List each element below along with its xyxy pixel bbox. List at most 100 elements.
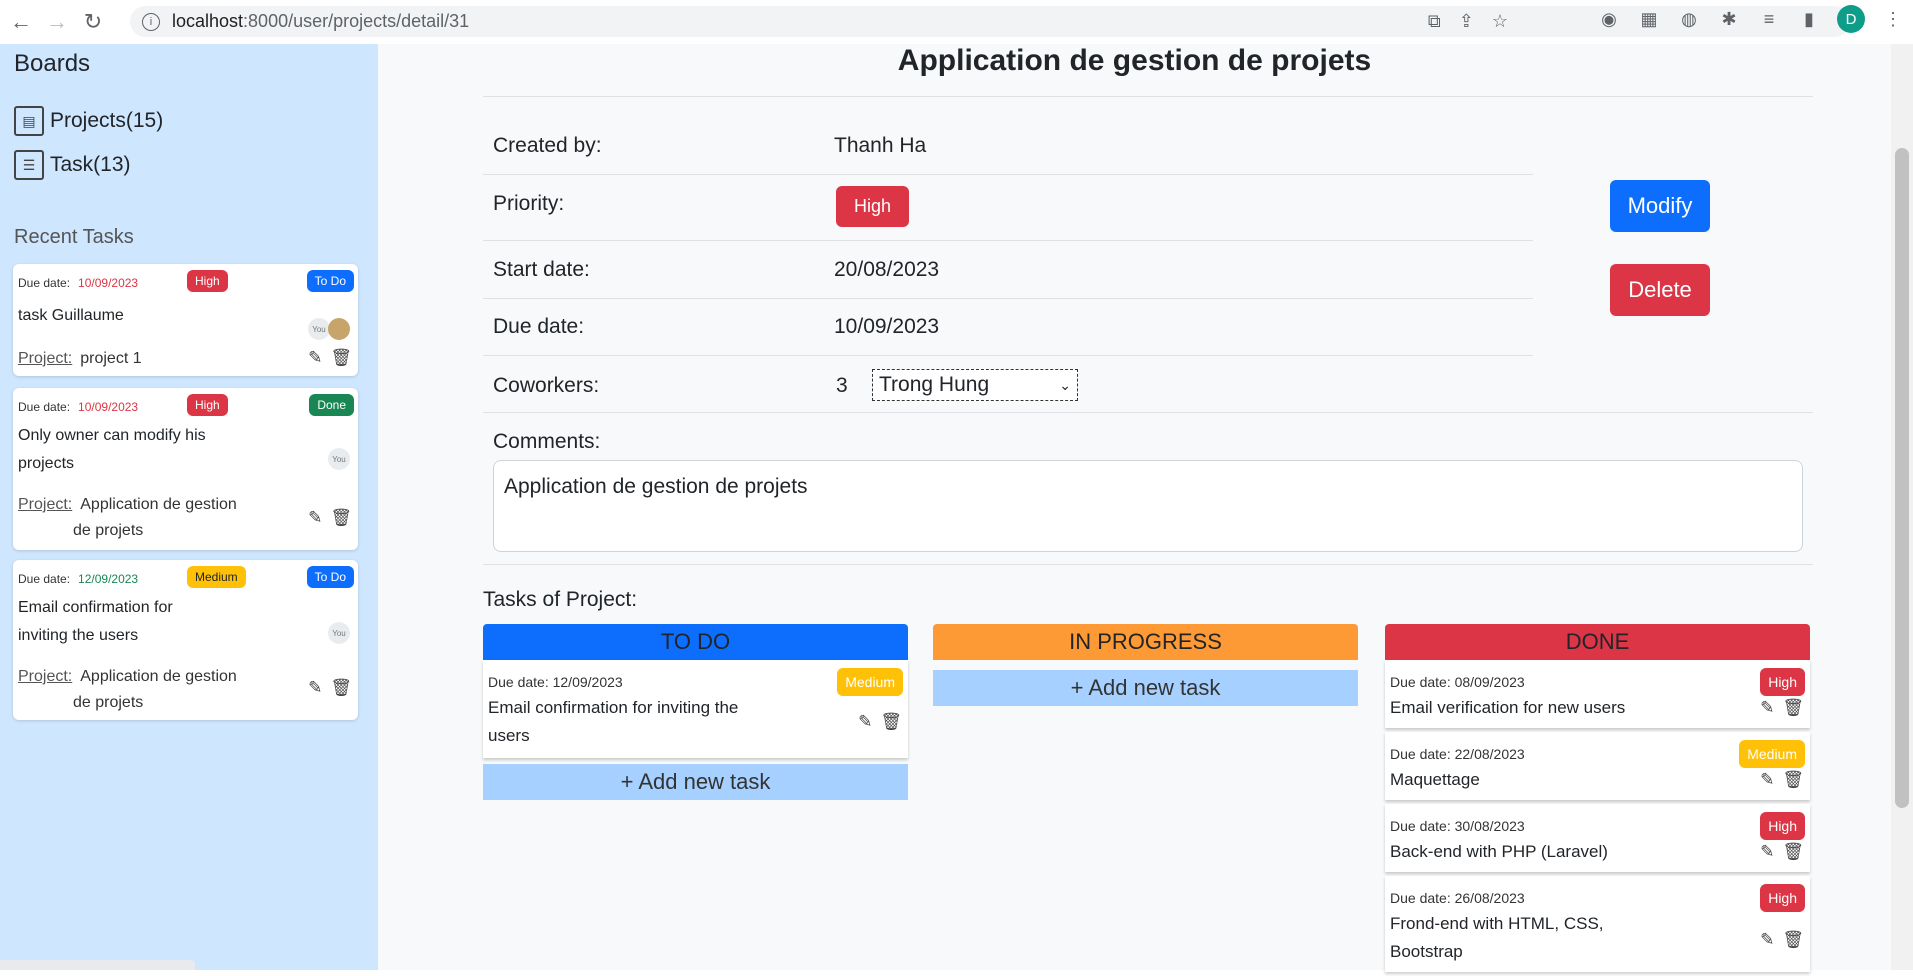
task-card[interactable]: Due date: 08/09/2023 High Email verifica… <box>1385 660 1810 728</box>
recent-task-card[interactable]: Due date: 10/09/2023 High To Do task Guil… <box>13 264 358 376</box>
forward-icon[interactable]: → <box>42 7 72 37</box>
extension-icon[interactable]: ◍ <box>1677 7 1701 31</box>
info-icon[interactable]: i <box>142 12 160 31</box>
task-card[interactable]: Due date: 30/08/2023 High Back-end with … <box>1385 804 1810 872</box>
task-project: Project: Application de gestion de projets <box>18 496 237 539</box>
browser-toolbar: ← → ↻ i localhost:8000/user/projects/det… <box>0 0 1913 45</box>
priority-badge: High <box>1760 884 1805 912</box>
add-task-button[interactable]: + Add new task <box>483 764 908 800</box>
menu-dots-icon[interactable]: ⋮ <box>1881 7 1905 31</box>
task-title[interactable]: Email confirmation for inviting the users <box>488 694 738 750</box>
divider <box>483 240 1533 241</box>
translate-icon[interactable]: ⧉ <box>1428 11 1441 32</box>
priority-badge: Medium <box>837 668 903 696</box>
url-path: :8000/user/projects/detail/31 <box>243 11 470 31</box>
task-card[interactable]: Due date: 26/08/2023 High Frond-end with… <box>1385 876 1810 972</box>
reading-list-icon[interactable]: ≡ <box>1757 7 1781 31</box>
project-detail: Application de gestion de projets Create… <box>378 44 1891 972</box>
avatar: You <box>328 448 350 470</box>
task-card[interactable]: Due date: 12/09/2023 Medium Email confir… <box>483 660 908 758</box>
due-date-value: 10/09/2023 <box>834 315 940 338</box>
divider <box>483 564 1813 565</box>
due-date: Due date: 26/08/2023 <box>1390 890 1525 906</box>
task-title[interactable]: Email verification for new users <box>1390 694 1625 722</box>
priority-badge: Medium <box>1739 740 1805 768</box>
sidebar: Boards ▤ Projects(15) ☰ Task(13) Recent … <box>0 44 378 970</box>
created-by-value: Thanh Ha <box>834 134 927 157</box>
trash-icon[interactable]: 🗑 <box>1782 698 1804 718</box>
sidebar-item-label: Task(13) <box>50 153 131 176</box>
priority-badge: High <box>187 270 228 292</box>
edit-icon[interactable]: ✎ <box>308 508 322 528</box>
due-date: Due date: 08/09/2023 <box>1390 674 1525 690</box>
task-title[interactable]: Back-end with PHP (Laravel) <box>1390 838 1608 866</box>
task-title[interactable]: Frond-end with HTML, CSS, Bootstrap <box>1390 910 1604 966</box>
edit-icon[interactable]: ✎ <box>1760 770 1774 790</box>
due-date-label: Due date: <box>493 315 585 338</box>
divider <box>483 412 1813 413</box>
puzzle-icon[interactable]: ✱ <box>1717 7 1741 31</box>
divider <box>483 355 1533 356</box>
column-header: TO DO <box>483 624 908 660</box>
url-text[interactable]: localhost:8000/user/projects/detail/31 <box>172 11 469 32</box>
add-task-button[interactable]: + Add new task <box>933 670 1358 706</box>
edit-icon[interactable]: ✎ <box>1760 930 1774 950</box>
priority-badge: High <box>1760 812 1805 840</box>
edit-icon[interactable]: ✎ <box>1760 698 1774 718</box>
sidebar-item-tasks[interactable]: ☰ Task(13) <box>14 150 131 180</box>
due-date: Due date: 12/09/2023 <box>488 674 623 690</box>
share-icon[interactable]: ⇪ <box>1459 11 1474 32</box>
created-by-label: Created by: <box>493 134 602 157</box>
edit-icon[interactable]: ✎ <box>308 678 322 698</box>
news-extension-icon[interactable]: ▦ <box>1637 7 1661 31</box>
sidebar-item-projects[interactable]: ▤ Projects(15) <box>14 106 163 136</box>
task-title[interactable]: task Guillaume <box>18 302 124 330</box>
due-date: Due date: 12/09/2023 <box>18 572 139 586</box>
address-bar[interactable]: i localhost:8000/user/projects/detail/31… <box>130 6 1850 37</box>
trash-icon[interactable]: 🗑 <box>330 348 352 368</box>
task-title[interactable]: Maquettage <box>1390 766 1480 794</box>
task-title[interactable]: Email confirmation for inviting the users <box>18 594 173 650</box>
column-header: DONE <box>1385 624 1810 660</box>
trash-icon[interactable]: 🗑 <box>1782 770 1804 790</box>
trash-icon[interactable]: 🗑 <box>1782 842 1804 862</box>
back-icon[interactable]: ← <box>6 7 36 37</box>
coworkers-select[interactable]: Trong Hung ⌄ <box>872 369 1078 401</box>
edit-icon[interactable]: ✎ <box>858 712 872 732</box>
divider <box>483 298 1533 299</box>
delete-button[interactable]: Delete <box>1610 264 1710 316</box>
task-title[interactable]: Only owner can modify his projects <box>18 422 206 478</box>
priority-badge: High <box>187 394 228 416</box>
bookmark-star-icon[interactable]: ☆ <box>1492 11 1508 32</box>
page-title: Application de gestion de projets <box>897 44 1372 77</box>
status-badge: Done <box>309 394 354 416</box>
status-badge: To Do <box>306 566 354 588</box>
reload-icon[interactable]: ↻ <box>78 7 108 37</box>
globe-extension-icon[interactable]: ◉ <box>1597 7 1621 31</box>
priority-badge: High <box>1760 668 1805 696</box>
projects-icon: ▤ <box>14 106 44 136</box>
start-date-label: Start date: <box>493 258 590 281</box>
recent-task-card[interactable]: Due date: 10/09/2023 High Done Only owner… <box>13 388 358 550</box>
trash-icon[interactable]: 🗑 <box>1782 930 1804 950</box>
trash-icon[interactable]: 🗑 <box>880 712 902 732</box>
status-bar <box>0 960 195 970</box>
scrollbar[interactable] <box>1891 44 1913 970</box>
task-project: Project: Application de gestion de projets <box>18 668 237 711</box>
profile-avatar[interactable]: D <box>1837 5 1865 33</box>
edit-icon[interactable]: ✎ <box>1760 842 1774 862</box>
edit-icon[interactable]: ✎ <box>308 348 322 368</box>
trash-icon[interactable]: 🗑 <box>330 508 352 528</box>
priority-badge: Medium <box>187 566 246 588</box>
modify-button[interactable]: Modify <box>1610 180 1710 232</box>
task-card[interactable]: Due date: 22/08/2023 Medium Maquettage ✎… <box>1385 732 1810 800</box>
sidebar-title: Boards <box>14 50 91 77</box>
scrollbar-thumb[interactable] <box>1895 148 1909 808</box>
divider <box>483 96 1813 97</box>
side-panel-icon[interactable]: ▮ <box>1797 7 1821 31</box>
comments-field[interactable]: Application de gestion de projets <box>493 460 1803 552</box>
sidebar-item-label: Projects(15) <box>50 109 164 132</box>
trash-icon[interactable]: 🗑 <box>330 678 352 698</box>
task-project: Project: project 1 <box>18 350 142 367</box>
recent-task-card[interactable]: Due date: 12/09/2023 Medium To Do Email c… <box>13 560 358 720</box>
